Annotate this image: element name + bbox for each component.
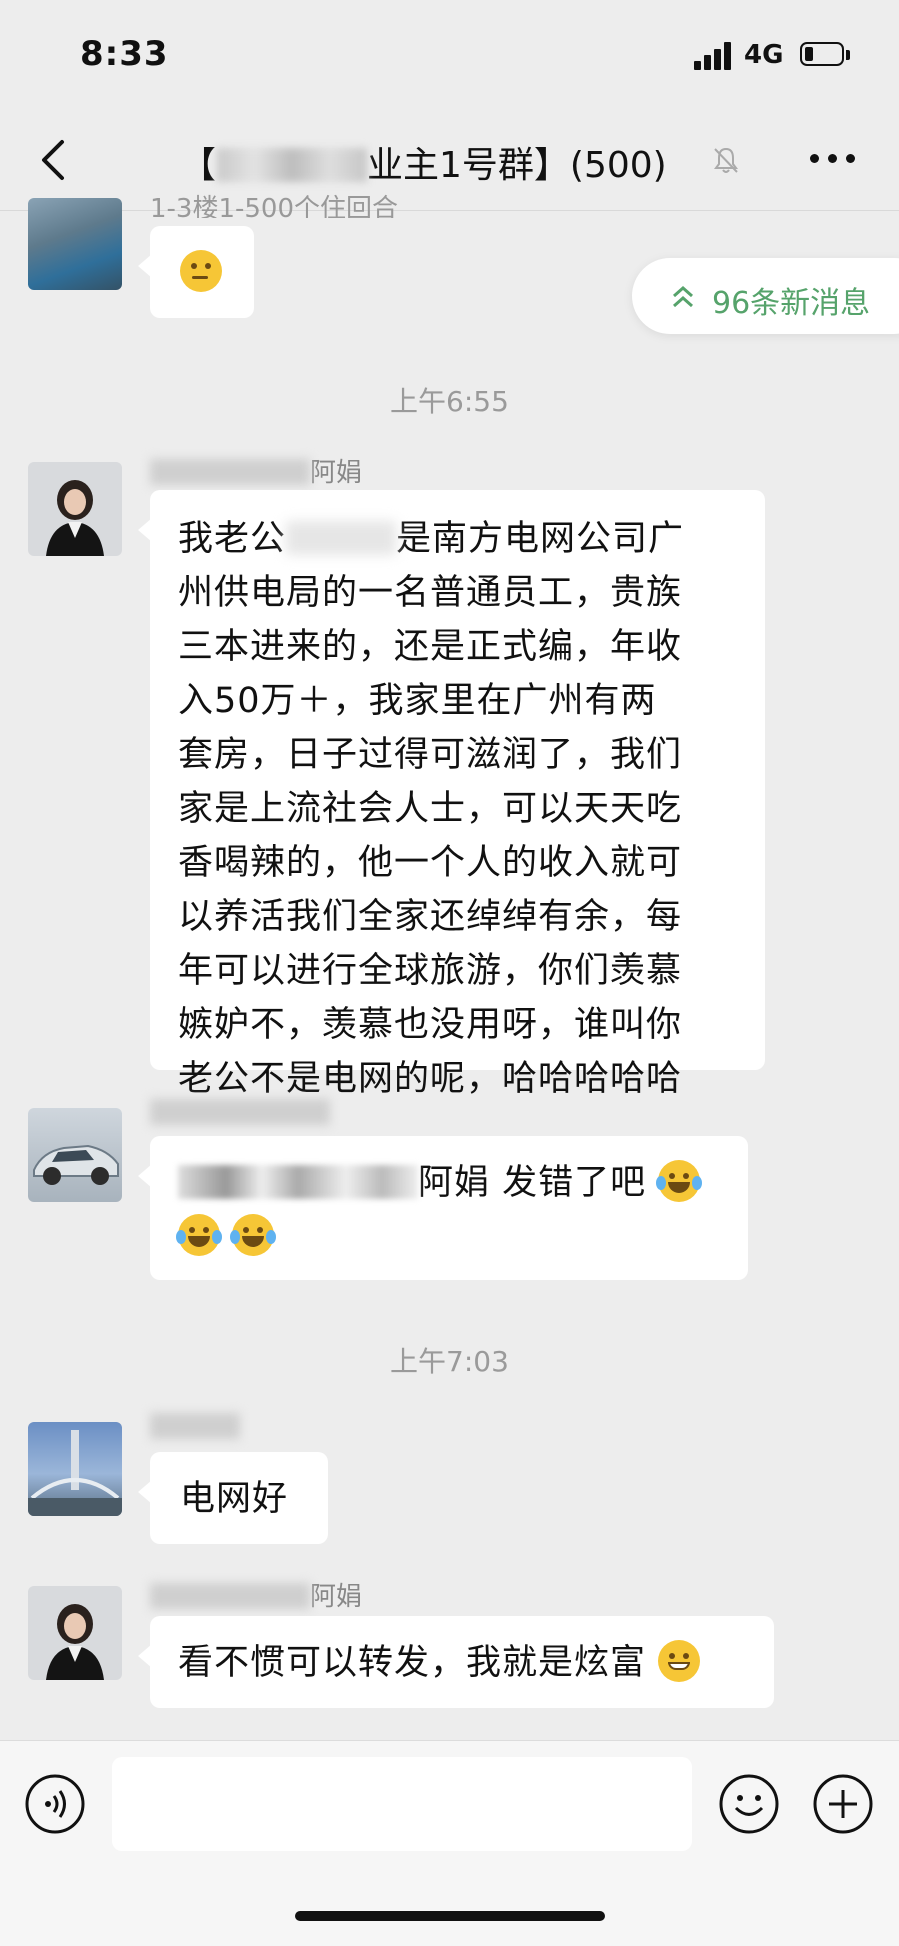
- message-bubble: [138, 226, 254, 318]
- message-bubble: 电网好: [138, 1452, 328, 1544]
- message-text: 我老公 是南方电网公司广 州供电局的一名普通员工，贵族 三本进来的，还是正式编，年…: [178, 519, 685, 1099]
- mute-bell-icon: [714, 147, 738, 173]
- message-bubble: 我老公 是南方电网公司广 州供电局的一名普通员工，贵族 三本进来的，还是正式编，年…: [138, 490, 765, 1099]
- signal-icon: [694, 42, 734, 70]
- message-input[interactable]: [112, 1757, 692, 1851]
- more-actions-icon[interactable]: [812, 1773, 874, 1835]
- status-bar: 8:33 4G: [0, 0, 899, 110]
- crying-laughing-emoji-icon: [176, 1214, 222, 1256]
- timestamp: 上午7:03: [390, 1345, 509, 1378]
- chat-header: 【 业主1号群】(500): [0, 110, 899, 211]
- sender-name: 阿娟: [150, 452, 362, 489]
- crying-laughing-emoji-icon: [230, 1214, 277, 1256]
- avatar[interactable]: [28, 198, 122, 290]
- double-chevron-up-icon: [673, 285, 693, 308]
- battery-icon: [800, 42, 850, 68]
- message-text: 看不惯可以转发，我就是炫富: [178, 1636, 774, 1690]
- avatar[interactable]: [28, 1422, 122, 1516]
- thinking-emoji-icon: [180, 250, 222, 292]
- status-time: 8:33: [80, 34, 169, 74]
- message-text: 电网好: [180, 1479, 289, 1519]
- new-messages-label: 96条新消息: [712, 286, 871, 321]
- home-indicator: [295, 1911, 605, 1921]
- emoji-picker-icon[interactable]: [718, 1773, 780, 1835]
- crying-laughing-emoji-icon: [656, 1160, 703, 1202]
- sender-name: [150, 1412, 240, 1442]
- chat-title-prefix: 【: [180, 145, 218, 186]
- grinning-emoji-icon: [658, 1640, 701, 1682]
- more-options-icon[interactable]: [810, 154, 856, 166]
- message-text: 阿娟 发错了吧: [176, 1156, 728, 1264]
- redacted-name: [217, 148, 368, 182]
- input-bar: [0, 1740, 899, 1946]
- back-icon[interactable]: [30, 132, 80, 188]
- voice-input-icon[interactable]: [24, 1773, 86, 1835]
- sender-name: 1-3楼1-500个住回合: [150, 194, 399, 218]
- avatar[interactable]: [28, 1586, 122, 1680]
- chat-title: 【 业主1号群】(500): [180, 136, 667, 188]
- new-messages-button[interactable]: 96条新消息: [632, 258, 899, 334]
- network-type: 4G: [744, 40, 784, 70]
- message-bubble: 阿娟 发错了吧: [138, 1136, 748, 1280]
- sender-name: 阿娟: [150, 1576, 362, 1613]
- avatar[interactable]: [28, 1108, 122, 1202]
- message-bubble: 看不惯可以转发，我就是炫富: [138, 1616, 774, 1708]
- avatar[interactable]: [28, 462, 122, 556]
- sender-name: [150, 1098, 330, 1128]
- timestamp: 上午6:55: [390, 385, 509, 418]
- chat-title-suffix: 业主1号群】(500): [367, 145, 667, 186]
